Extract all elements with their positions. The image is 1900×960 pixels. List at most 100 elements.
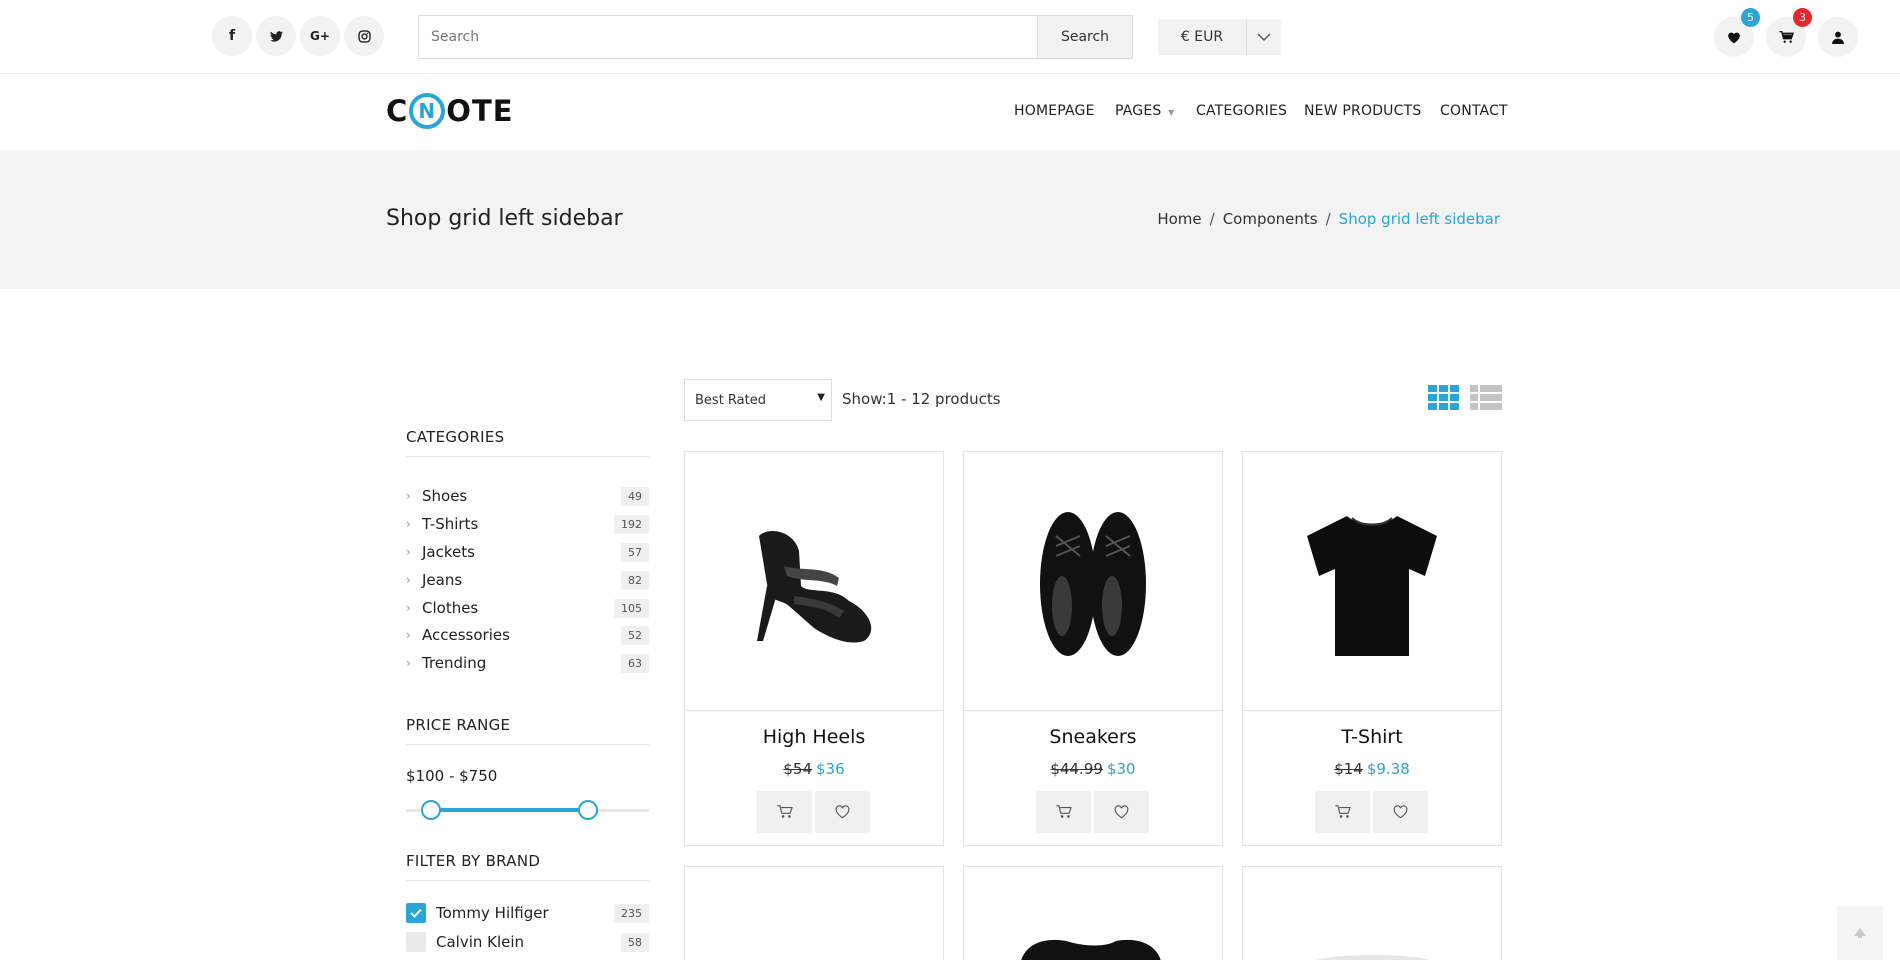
- category-item[interactable]: › T-Shirts 192: [406, 513, 649, 535]
- product-card[interactable]: Sneakers $44.99 $30: [963, 451, 1223, 846]
- add-to-wishlist-button[interactable]: [815, 791, 870, 833]
- product-name[interactable]: T-Shirt: [1243, 726, 1501, 748]
- price-range-heading: PRICE RANGE: [406, 716, 511, 734]
- brand-filter-item[interactable]: Tommy Hilfiger 235: [406, 902, 649, 924]
- cart-outline-icon: [1334, 805, 1351, 818]
- nav-categories[interactable]: CATEGORIES: [1196, 103, 1287, 119]
- sort-select[interactable]: Best Rated ▼: [684, 379, 832, 421]
- category-item[interactable]: › Accessories 52: [406, 624, 649, 646]
- old-price: $14: [1334, 760, 1363, 778]
- product-image: [1316, 955, 1430, 960]
- category-item[interactable]: › Jeans 82: [406, 569, 649, 591]
- google-plus-icon[interactable]: G+: [300, 16, 340, 56]
- nav-pages-label: PAGES: [1115, 103, 1162, 119]
- category-label: T-Shirts: [422, 515, 479, 533]
- price-slider-fill: [430, 808, 587, 812]
- price-range-value: $100 - $750: [406, 767, 498, 785]
- product-name[interactable]: Sneakers: [964, 726, 1222, 748]
- nav-pages[interactable]: PAGES ▼: [1115, 103, 1174, 119]
- instagram-icon[interactable]: [344, 16, 384, 56]
- dress-shoes-image[interactable]: [964, 452, 1222, 710]
- category-count: 105: [614, 598, 649, 618]
- search-input[interactable]: [418, 15, 1038, 59]
- add-to-wishlist-button[interactable]: [1094, 791, 1149, 833]
- product-card[interactable]: [963, 866, 1223, 960]
- nav-new-products[interactable]: NEW PRODUCTS: [1304, 103, 1421, 119]
- current-price: $9.38: [1366, 760, 1410, 778]
- heel-shoe-image[interactable]: [685, 452, 943, 710]
- product-card[interactable]: T-Shirt $14 $9.38: [1242, 451, 1502, 846]
- breadcrumb-home[interactable]: Home: [1157, 210, 1201, 228]
- caret-down-icon: ▼: [1168, 108, 1175, 117]
- brand-label: Calvin Klein: [436, 933, 525, 951]
- account-button[interactable]: [1818, 17, 1858, 57]
- nav-homepage[interactable]: HOMEPAGE: [1014, 103, 1095, 119]
- tshirt-image[interactable]: [1243, 452, 1501, 710]
- price-slider-min-handle[interactable]: [421, 800, 441, 820]
- facebook-icon[interactable]: f: [212, 16, 252, 56]
- current-price: $36: [816, 760, 845, 778]
- add-to-cart-button[interactable]: [757, 791, 812, 833]
- cart-outline-icon: [776, 805, 793, 818]
- logo-ring: N: [409, 93, 446, 129]
- brand-filter-item[interactable]: Calvin Klein 58: [406, 931, 649, 953]
- divider: [406, 880, 649, 881]
- nav-contact[interactable]: CONTACT: [1440, 103, 1508, 119]
- category-item[interactable]: › Clothes 105: [406, 597, 649, 619]
- chevron-right-icon: ›: [406, 517, 411, 531]
- page-title: Shop grid left sidebar: [386, 206, 623, 231]
- chevron-right-icon: ›: [406, 601, 411, 615]
- category-label: Jeans: [422, 571, 463, 589]
- product-card[interactable]: [684, 866, 944, 960]
- product-name[interactable]: High Heels: [685, 726, 943, 748]
- breadcrumb-components[interactable]: Components: [1223, 210, 1318, 228]
- page-header: Shop grid left sidebar Home / Components…: [0, 150, 1900, 289]
- category-item[interactable]: › Trending 63: [406, 652, 649, 674]
- user-icon: [1832, 31, 1844, 44]
- product-prices: $54 $36: [685, 760, 943, 778]
- twitter-icon[interactable]: [256, 16, 296, 56]
- category-count: 49: [621, 486, 649, 506]
- product-prices: $44.99 $30: [964, 760, 1222, 778]
- old-price: $44.99: [1050, 760, 1103, 778]
- arrow-up-icon: [1854, 928, 1866, 938]
- category-count: 57: [621, 542, 649, 562]
- heart-icon: [1728, 32, 1740, 43]
- brand-label: Tommy Hilfiger: [436, 904, 549, 922]
- add-to-wishlist-button[interactable]: [1373, 791, 1428, 833]
- checkbox-checked[interactable]: [406, 903, 426, 923]
- category-count: 192: [614, 514, 649, 534]
- category-count: 52: [621, 625, 649, 645]
- checkbox-unchecked[interactable]: [406, 932, 426, 952]
- add-to-cart-button[interactable]: [1315, 791, 1370, 833]
- list-view-icon[interactable]: [1470, 384, 1502, 412]
- cart-count-badge: 3: [1793, 8, 1812, 27]
- site-logo[interactable]: C N OTE: [386, 93, 514, 129]
- chevron-down-icon[interactable]: [1246, 19, 1281, 55]
- category-item[interactable]: › Jackets 57: [406, 541, 649, 563]
- divider: [406, 744, 649, 745]
- wishlist-button[interactable]: 5: [1714, 8, 1760, 57]
- cart-button[interactable]: 3: [1766, 8, 1812, 57]
- grid-view-icon[interactable]: [1428, 384, 1460, 412]
- heart-outline-icon: [835, 805, 850, 819]
- scroll-to-top-button[interactable]: [1837, 906, 1883, 960]
- search-button[interactable]: Search: [1037, 15, 1133, 59]
- currency-select[interactable]: € EUR: [1158, 19, 1246, 55]
- cart-icon: [1778, 30, 1794, 43]
- categories-heading: CATEGORIES: [406, 428, 505, 446]
- logo-letter: C: [386, 94, 409, 128]
- caret-down-icon: ▼: [817, 392, 825, 403]
- price-slider-max-handle[interactable]: [578, 800, 598, 820]
- product-count-text: Show:1 - 12 products: [842, 390, 1001, 408]
- chevron-right-icon: ›: [406, 573, 411, 587]
- category-item[interactable]: › Shoes 49: [406, 485, 649, 507]
- add-to-cart-button[interactable]: [1036, 791, 1091, 833]
- product-card[interactable]: High Heels $54 $36: [684, 451, 944, 846]
- cart-outline-icon: [1055, 805, 1072, 818]
- old-price: $54: [783, 760, 812, 778]
- chevron-right-icon: ›: [406, 628, 411, 642]
- breadcrumb-separator: /: [1209, 210, 1215, 228]
- product-card[interactable]: [1242, 866, 1502, 960]
- divider: [406, 456, 649, 457]
